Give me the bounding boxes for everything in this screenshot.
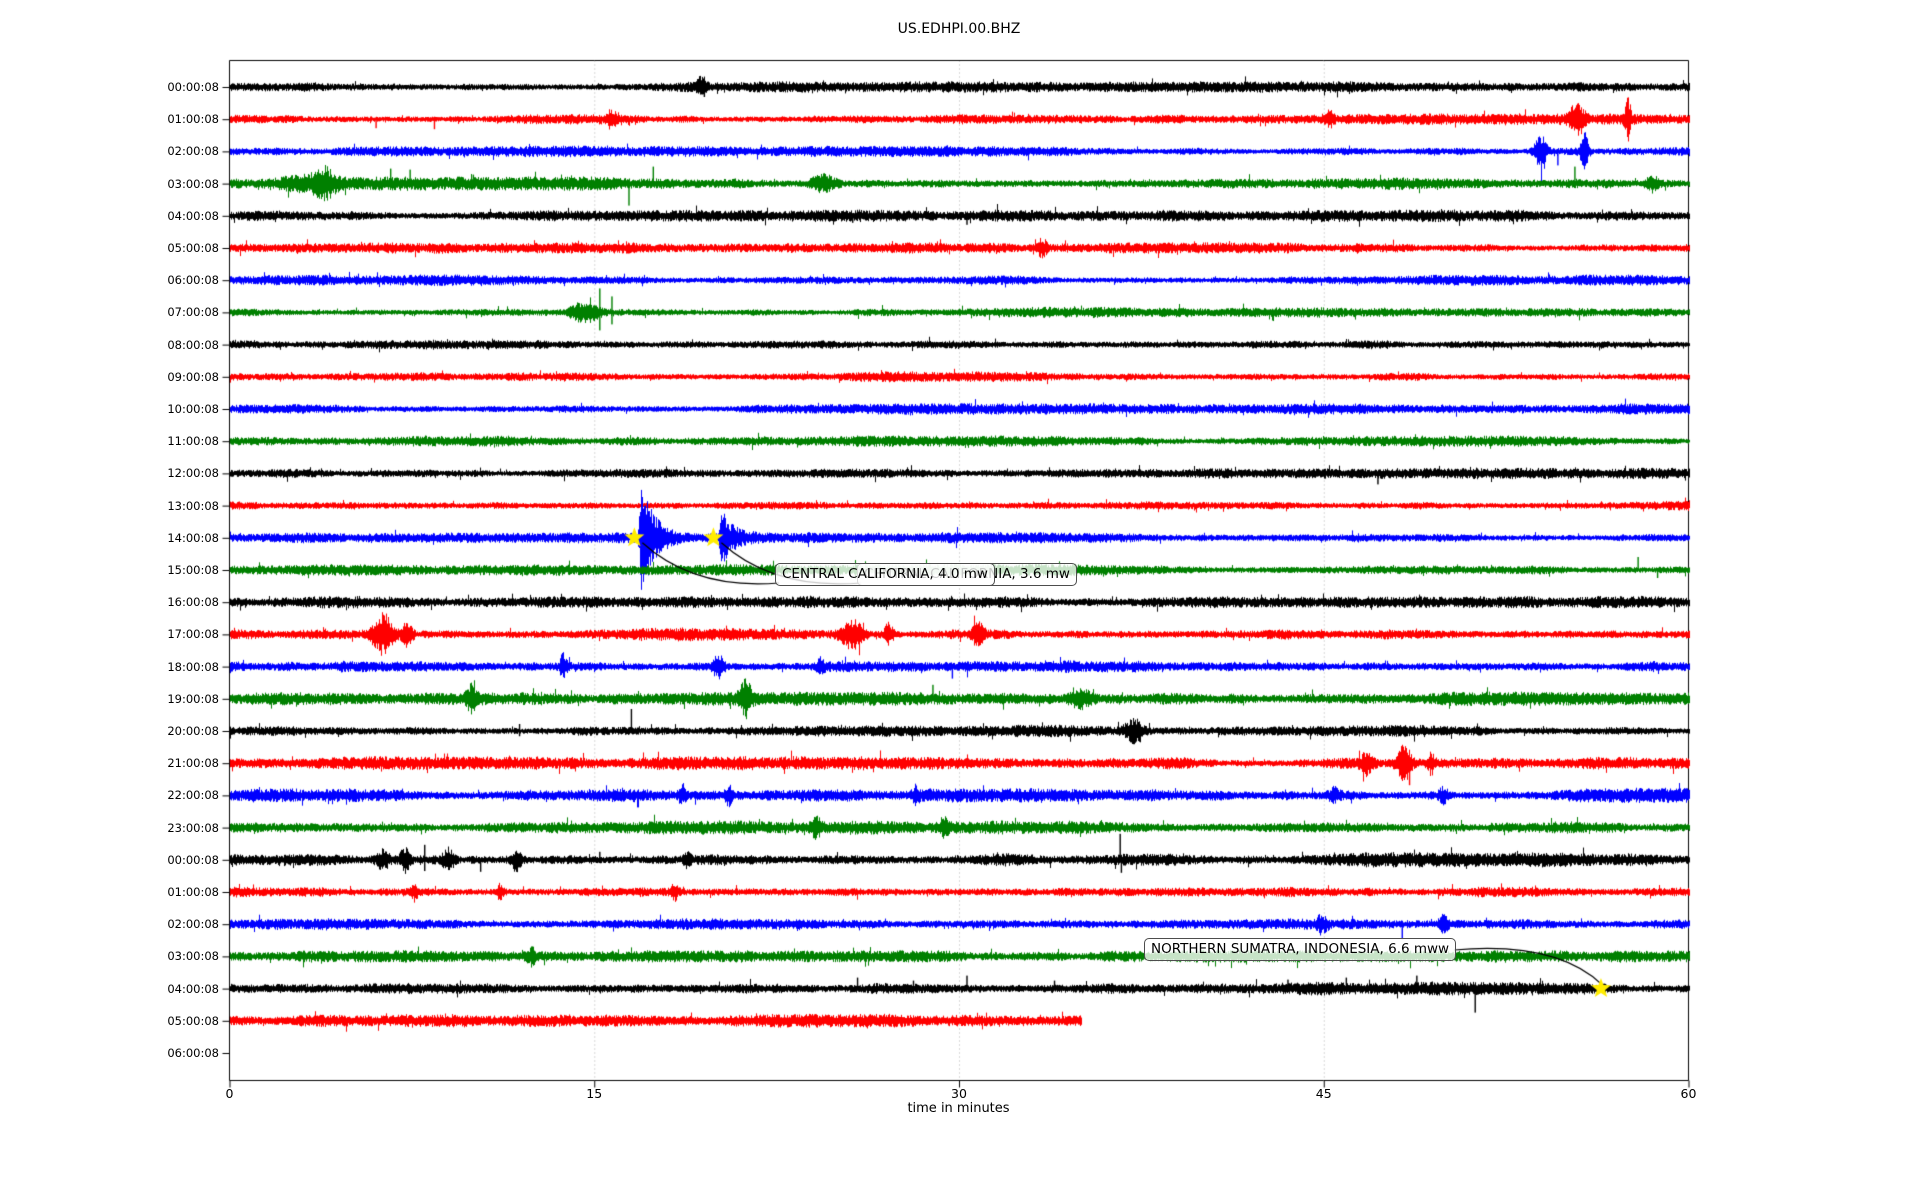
y-axis-label: 10:00:08: [167, 402, 219, 416]
y-axis-label: 19:00:08: [167, 691, 219, 706]
y-axis-label: 23:00:08: [167, 820, 219, 835]
seismogram-figure: US.EDHPI.00.BHZ 00:00:08 01:00:08 02:00:08…: [0, 0, 1920, 1200]
y-axis-label: 05:00:08: [167, 1013, 219, 1028]
y-axis-label: 00:00:08: [167, 852, 219, 867]
annotation-northern-sumatra: NORTHERN SUMATRA, INDONESIA, 6.6 mww: [1144, 938, 1457, 961]
y-axis-label: 15:00:08: [167, 563, 219, 577]
x-axis-tick-label: 30: [951, 1086, 967, 1101]
y-axis-label: 02:00:08: [167, 144, 219, 159]
annotation-central-california: CENTRAL CALIFORNIA, 4.0 mw: [775, 563, 995, 586]
x-axis-tick-label: 15: [586, 1086, 603, 1101]
y-axis-label: 09:00:08: [167, 369, 219, 384]
figure-title: US.EDHPI.00.BHZ: [897, 21, 1021, 37]
y-axis-label: 06:00:08: [167, 1046, 219, 1060]
y-axis-label: 22:00:08: [167, 788, 219, 803]
y-axis-label: 12:00:08: [167, 466, 219, 481]
y-axis-label: 03:00:08: [167, 176, 219, 191]
y-axis-label: 06:00:08: [167, 273, 219, 288]
y-axis-label: 03:00:08: [167, 949, 219, 964]
y-axis-label: 01:00:08: [167, 112, 219, 127]
x-axis-title: time in minutes: [907, 1101, 1010, 1116]
y-axis-label: 08:00:08: [167, 337, 219, 352]
y-axis-label: 11:00:08: [167, 434, 219, 449]
x-axis-tick-label: 0: [225, 1086, 234, 1101]
page: { "chart_data": { "type": "line", "subty…: [0, 0, 1920, 1200]
y-axis-label: 07:00:08: [167, 305, 219, 320]
y-axis-label: 01:00:08: [167, 885, 219, 899]
y-axis-label: 13:00:08: [167, 498, 219, 513]
y-axis-label: 21:00:08: [167, 756, 219, 771]
y-axis-label: 18:00:08: [167, 659, 219, 674]
x-axis-tick-label: 45: [1315, 1086, 1332, 1101]
y-axis-label: 04:00:08: [167, 208, 219, 223]
y-axis-label: 05:00:08: [167, 241, 219, 255]
y-axis-label: 17:00:08: [167, 627, 219, 642]
y-axis-label: 14:00:08: [167, 530, 219, 545]
y-axis-label: 16:00:08: [167, 595, 219, 610]
x-axis-tick-label: 60: [1680, 1086, 1697, 1101]
seismogram-canvas: [0, 0, 1920, 1200]
y-axis-label: 20:00:08: [167, 724, 219, 738]
y-axis-label: 00:00:08: [167, 80, 219, 94]
y-axis-label: 02:00:08: [167, 917, 219, 932]
y-axis-label: 04:00:08: [167, 981, 219, 996]
